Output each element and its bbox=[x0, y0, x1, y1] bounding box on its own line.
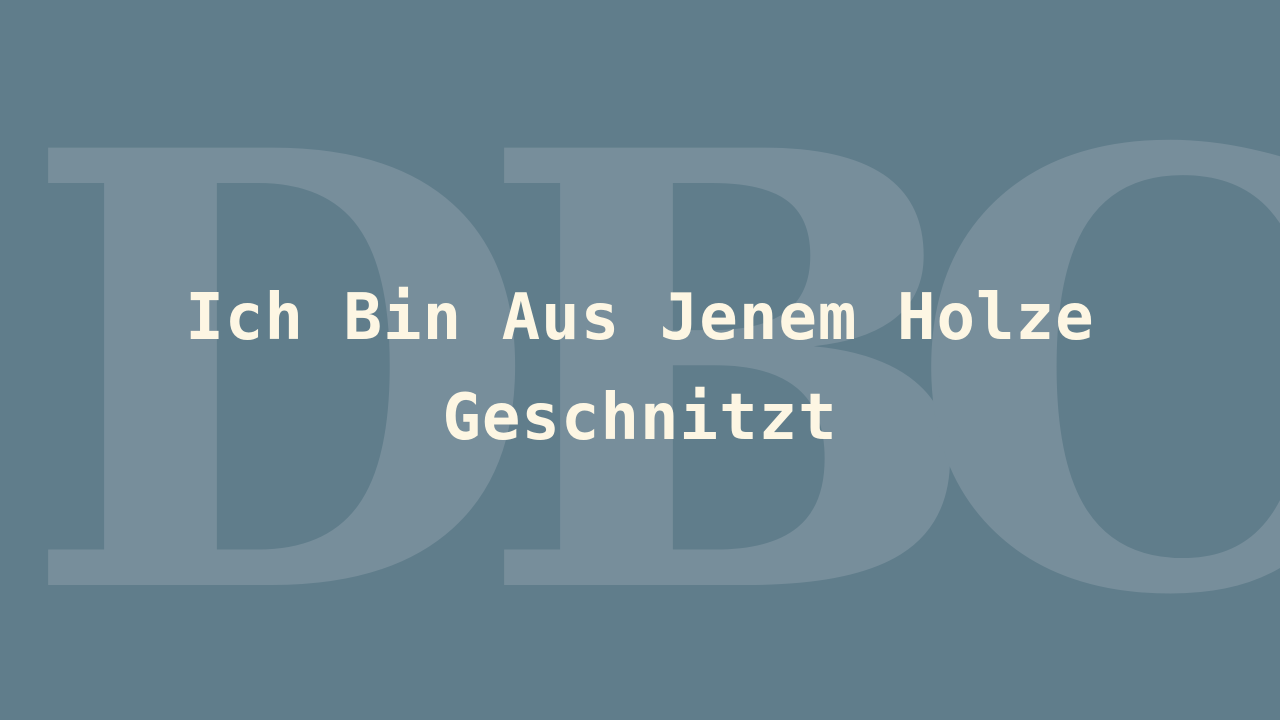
title-line-2: Geschnitzt bbox=[442, 381, 838, 455]
title-block: Ich Bin Aus Jenem Holze Geschnitzt bbox=[90, 268, 1190, 468]
title-line-1: Ich Bin Aus Jenem Holze bbox=[185, 281, 1095, 355]
